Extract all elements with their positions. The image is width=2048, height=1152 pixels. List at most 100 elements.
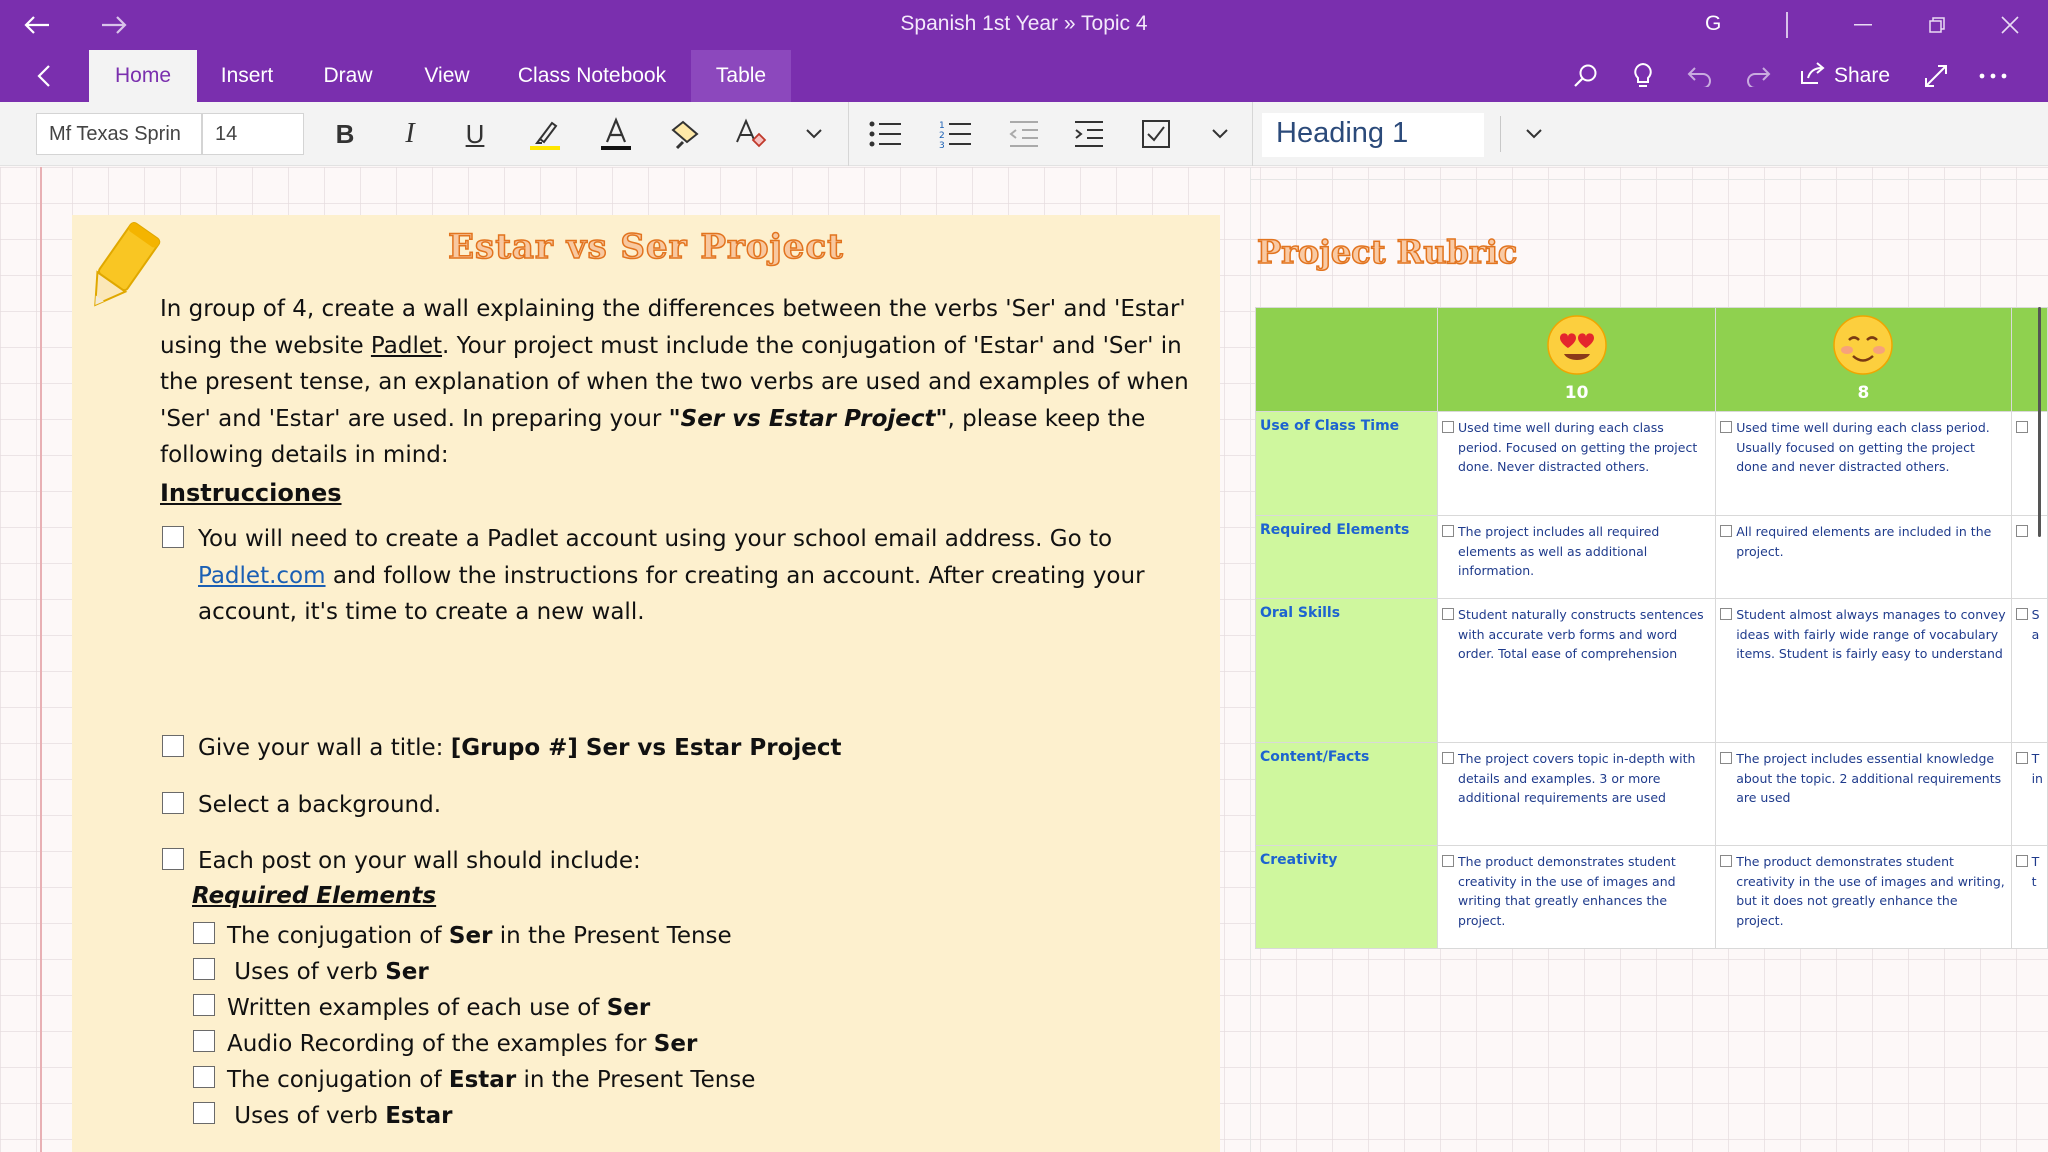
required-text-part: Audio Recording of the examples for bbox=[227, 1031, 654, 1057]
project-title: Estar vs Ser Project bbox=[447, 226, 844, 268]
required-text-part: Written examples of each use of bbox=[227, 995, 607, 1021]
task-checkbox[interactable] bbox=[162, 526, 184, 548]
more-font-options-chevron-icon[interactable] bbox=[795, 115, 833, 153]
collapse-pane-chevron-icon[interactable] bbox=[26, 58, 62, 94]
decrease-indent-button[interactable] bbox=[1005, 115, 1043, 153]
required-checkbox[interactable] bbox=[193, 1066, 215, 1088]
note-canvas[interactable]: Estar vs Ser Project In group of 4, crea… bbox=[0, 167, 2048, 1152]
rubric-checkbox[interactable] bbox=[2015, 525, 2028, 537]
font-size-box[interactable]: 14 bbox=[202, 113, 304, 155]
rubric-checkbox[interactable] bbox=[1720, 855, 1733, 867]
task-checkbox[interactable] bbox=[162, 792, 184, 814]
padlet-com-link[interactable]: Padlet.com bbox=[198, 563, 326, 589]
rubric-cell: All required elements are included in th… bbox=[1715, 515, 2012, 599]
rubric-checkbox[interactable] bbox=[1442, 525, 1455, 537]
rubric-checkbox[interactable] bbox=[1720, 525, 1733, 537]
required-checkbox[interactable] bbox=[193, 1030, 215, 1052]
rubric-cell-partial bbox=[2010, 515, 2048, 599]
rubric-cell: The project covers topic in-depth with d… bbox=[1437, 742, 1717, 846]
tab-draw[interactable]: Draw bbox=[310, 50, 386, 102]
style-box[interactable]: Heading 1 bbox=[1262, 113, 1484, 157]
tab-table[interactable]: Table bbox=[691, 50, 791, 102]
font-name-box[interactable]: Mf Texas Sprin bbox=[36, 113, 202, 155]
project-instructions-container[interactable]: Estar vs Ser Project In group of 4, crea… bbox=[72, 215, 1220, 1152]
italic-button[interactable]: I bbox=[391, 115, 429, 153]
rubric-checkbox[interactable] bbox=[1720, 608, 1733, 620]
rubric-criterion: Content/Facts bbox=[1254, 742, 1439, 846]
user-initial[interactable]: G bbox=[1705, 12, 1721, 36]
rubric-checkbox[interactable] bbox=[1442, 421, 1455, 433]
rubric-cell: The product demonstrates student creativ… bbox=[1715, 845, 2012, 949]
rubric-description: Student almost always manages to convey … bbox=[1736, 607, 2006, 661]
rubric-header-row: 10 8 bbox=[1254, 307, 2048, 412]
required-item: The conjugation of Estar in the Present … bbox=[193, 1062, 755, 1098]
rubric-checkbox[interactable] bbox=[2015, 855, 2028, 867]
padlet-link[interactable]: Padlet bbox=[371, 333, 442, 359]
rubric-criterion: Use of Class Time bbox=[1254, 411, 1439, 516]
rubric-checkbox[interactable] bbox=[1442, 855, 1455, 867]
todo-tag-button[interactable] bbox=[1137, 115, 1175, 153]
clear-formatting-button[interactable] bbox=[731, 115, 769, 153]
wall-title-example: [Grupo #] Ser vs Estar Project bbox=[450, 735, 842, 761]
rubric-criterion: Creativity bbox=[1254, 845, 1439, 949]
rubric-cell: Used time well during each class period.… bbox=[1437, 411, 1717, 516]
rubric-scrollbar[interactable] bbox=[2038, 307, 2041, 537]
bullets-button[interactable] bbox=[866, 115, 904, 153]
required-checkbox[interactable] bbox=[193, 922, 215, 944]
more-paragraph-options-chevron-icon[interactable] bbox=[1201, 115, 1239, 153]
required-checkbox[interactable] bbox=[193, 1102, 215, 1124]
required-checkbox[interactable] bbox=[193, 958, 215, 980]
rubric-cell: Student almost always manages to convey … bbox=[1715, 598, 2012, 743]
rubric-checkbox[interactable] bbox=[2015, 421, 2028, 433]
undo-icon[interactable] bbox=[1682, 58, 1718, 94]
fullscreen-icon[interactable] bbox=[1918, 58, 1954, 94]
tab-home[interactable]: Home bbox=[89, 50, 197, 102]
verb-name: Ser bbox=[653, 1031, 698, 1057]
bold-button[interactable]: B bbox=[326, 115, 364, 153]
project-intro-paragraph: In group of 4, create a wall explaining … bbox=[160, 291, 1200, 474]
format-painter-button[interactable] bbox=[666, 115, 704, 153]
redo-icon[interactable] bbox=[1740, 58, 1776, 94]
search-icon[interactable] bbox=[1568, 58, 1604, 94]
more-options-icon[interactable] bbox=[1975, 58, 2011, 94]
rubric-table[interactable]: 10 8 Use of Class Time Used time well du… bbox=[1254, 307, 2048, 949]
required-item: Audio Recording of the examples for Ser bbox=[193, 1026, 697, 1062]
required-checkbox[interactable] bbox=[193, 994, 215, 1016]
project-name-emphasis: "Ser vs Estar Project" bbox=[668, 405, 948, 432]
increase-indent-button[interactable] bbox=[1070, 115, 1108, 153]
share-button[interactable]: Share bbox=[1800, 58, 1890, 94]
font-color-button[interactable] bbox=[597, 115, 635, 153]
task-checkbox[interactable] bbox=[162, 735, 184, 757]
rubric-checkbox[interactable] bbox=[1442, 752, 1455, 764]
minimize-icon[interactable] bbox=[1843, 7, 1883, 43]
rubric-checkbox[interactable] bbox=[1720, 421, 1733, 433]
task-checkbox[interactable] bbox=[162, 848, 184, 870]
svg-text:2: 2 bbox=[939, 131, 945, 141]
rubric-description: All required elements are included in th… bbox=[1736, 524, 1992, 559]
required-item: Uses of verb Ser bbox=[193, 954, 429, 990]
close-icon[interactable] bbox=[1990, 7, 2030, 43]
rubric-checkbox[interactable] bbox=[1720, 752, 1733, 764]
rubric-description: Student naturally constructs sentences w… bbox=[1458, 607, 1704, 661]
heart-eyes-emoji-icon bbox=[1546, 315, 1607, 375]
lightbulb-icon[interactable] bbox=[1625, 58, 1661, 94]
styles-dropdown-chevron-icon[interactable] bbox=[1515, 115, 1553, 153]
tab-view[interactable]: View bbox=[410, 50, 484, 102]
tab-insert[interactable]: Insert bbox=[205, 50, 289, 102]
step-text: Give your wall a title: bbox=[198, 735, 451, 761]
smiling-blush-emoji-icon bbox=[1833, 315, 1894, 375]
rubric-description: T t bbox=[2031, 854, 2040, 889]
rubric-checkbox[interactable] bbox=[2015, 752, 2028, 764]
required-text-part: Uses of verb bbox=[227, 1103, 386, 1129]
rubric-checkbox[interactable] bbox=[2015, 608, 2028, 620]
tab-class-notebook[interactable]: Class Notebook bbox=[506, 50, 678, 102]
highlight-button[interactable] bbox=[526, 115, 564, 153]
underline-button[interactable]: U bbox=[456, 115, 494, 153]
numbering-button[interactable]: 123 bbox=[936, 115, 974, 153]
required-item: Uses of verb Estar bbox=[193, 1098, 452, 1134]
restore-icon[interactable] bbox=[1917, 7, 1957, 43]
required-text: Audio Recording of the examples for Ser bbox=[227, 1026, 697, 1062]
rubric-score-header: 8 bbox=[1715, 307, 2012, 412]
required-text: The conjugation of Ser in the Present Te… bbox=[227, 918, 732, 954]
rubric-checkbox[interactable] bbox=[1442, 608, 1455, 620]
